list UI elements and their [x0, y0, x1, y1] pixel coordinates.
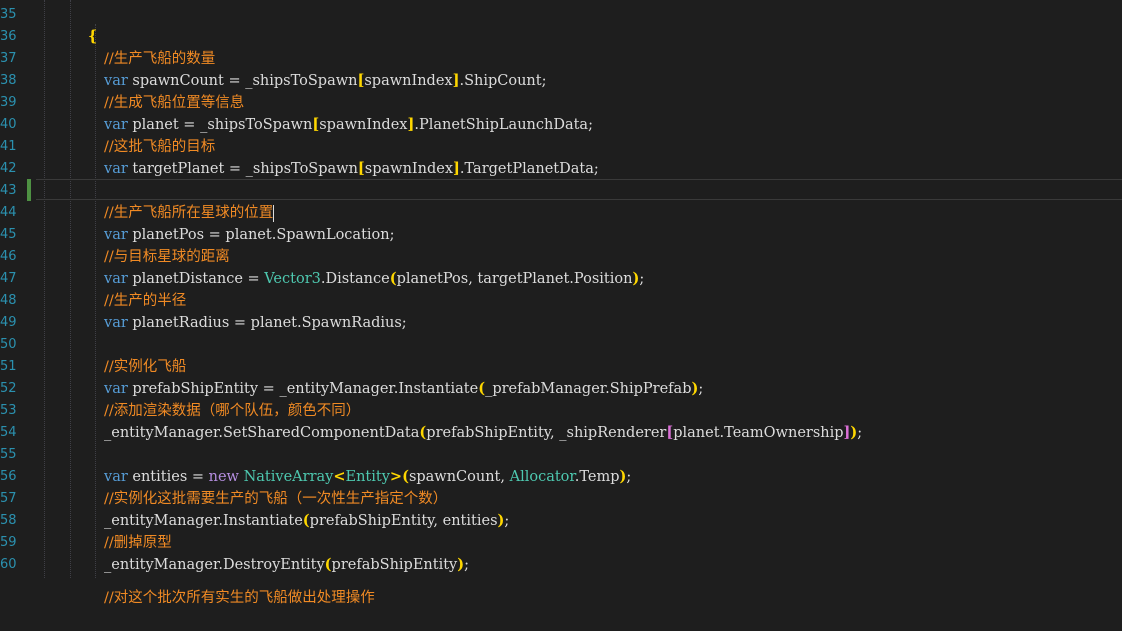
- code-line[interactable]: var spawnCount = _shipsToSpawn[spawnInde…: [0, 48, 1122, 89]
- code-line[interactable]: var entities = new NativeArray<Entity>(s…: [0, 444, 1122, 485]
- code-line[interactable]: //与目标星球的距离: [0, 224, 1122, 265]
- code-line[interactable]: //这批飞船的目标: [0, 114, 1122, 155]
- code-line-current[interactable]: //生产飞船所在星球的位置: [0, 180, 1122, 222]
- code-line[interactable]: //对这个批次所有实生的飞船做出处理操作: [0, 565, 1122, 606]
- code-text: var planetRadius = planet.SpawnRadius;: [104, 315, 407, 331]
- code-line[interactable]: var planet = _shipsToSpawn[spawnIndex].P…: [0, 92, 1122, 133]
- code-line[interactable]: var planetPos = planet.SpawnLocation;: [0, 202, 1122, 243]
- code-text: var targetPlanet = _shipsToSpawn[spawnIn…: [104, 160, 599, 177]
- code-line[interactable]: //生成飞船位置等信息: [0, 70, 1122, 111]
- code-line[interactable]: _entityManager.DestroyEntity(prefabShipE…: [0, 532, 1122, 573]
- code-line[interactable]: _entityManager.SetSharedComponentData(pr…: [0, 400, 1122, 441]
- code-line[interactable]: {: [0, 4, 1122, 45]
- code-line[interactable]: //添加渲染数据（哪个队伍，颜色不同）: [0, 378, 1122, 419]
- code-editor[interactable]: 35 36 37 38 39 40 41 42 43 44 45 46 47 4…: [0, 0, 1122, 606]
- code-line[interactable]: var planetRadius = planet.SpawnRadius;: [0, 290, 1122, 331]
- code-line[interactable]: var planetDistance = Vector3.Distance(pl…: [0, 246, 1122, 287]
- code-line[interactable]: //实例化这批需要生产的飞船（一次性生产指定个数）: [0, 466, 1122, 507]
- comment: //对这个批次所有实生的飞船做出处理操作: [104, 590, 375, 606]
- code-line[interactable]: //实例化飞船: [0, 334, 1122, 375]
- code-line[interactable]: var prefabShipEntity = _entityManager.In…: [0, 356, 1122, 397]
- code-line[interactable]: _entityManager.Instantiate(prefabShipEnt…: [0, 488, 1122, 529]
- code-line[interactable]: var targetPlanet = _shipsToSpawn[spawnIn…: [0, 136, 1122, 177]
- code-line[interactable]: //删掉原型: [0, 510, 1122, 551]
- code-line[interactable]: //生产飞船的数量: [0, 26, 1122, 67]
- code-text: _entityManager.SetSharedComponentData(pr…: [104, 424, 863, 441]
- code-line[interactable]: //生产的半径: [0, 268, 1122, 309]
